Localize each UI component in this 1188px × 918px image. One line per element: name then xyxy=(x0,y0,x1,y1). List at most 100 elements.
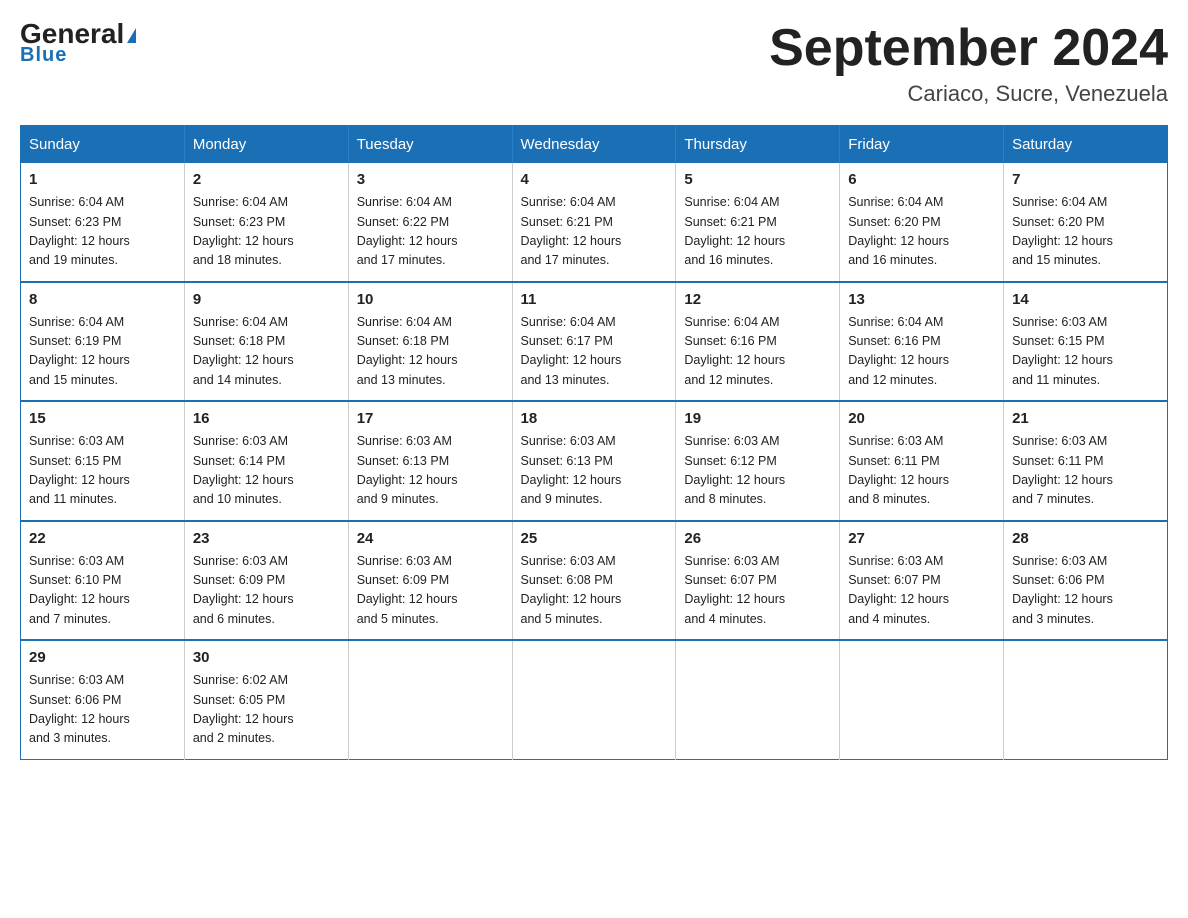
day-info: Sunrise: 6:03 AMSunset: 6:06 PMDaylight:… xyxy=(29,671,176,749)
col-header-monday: Monday xyxy=(184,126,348,164)
day-number: 4 xyxy=(521,171,668,188)
calendar-cell: 6 Sunrise: 6:04 AMSunset: 6:20 PMDaylight… xyxy=(840,163,1004,282)
day-info: Sunrise: 6:03 AMSunset: 6:15 PMDaylight:… xyxy=(1012,313,1159,391)
col-header-sunday: Sunday xyxy=(21,126,185,164)
day-number: 10 xyxy=(357,291,504,308)
calendar-week-3: 15 Sunrise: 6:03 AMSunset: 6:15 PMDayligh… xyxy=(21,401,1168,521)
day-info: Sunrise: 6:04 AMSunset: 6:22 PMDaylight:… xyxy=(357,193,504,271)
day-number: 3 xyxy=(357,171,504,188)
day-info: Sunrise: 6:04 AMSunset: 6:19 PMDaylight:… xyxy=(29,313,176,391)
calendar-cell xyxy=(1004,640,1168,759)
day-number: 21 xyxy=(1012,410,1159,427)
day-number: 19 xyxy=(684,410,831,427)
logo: General Blue xyxy=(20,20,136,67)
col-header-thursday: Thursday xyxy=(676,126,840,164)
calendar-cell: 12 Sunrise: 6:04 AMSunset: 6:16 PMDayligh… xyxy=(676,282,840,402)
day-number: 25 xyxy=(521,530,668,547)
day-info: Sunrise: 6:02 AMSunset: 6:05 PMDaylight:… xyxy=(193,671,340,749)
calendar-cell xyxy=(348,640,512,759)
day-info: Sunrise: 6:04 AMSunset: 6:17 PMDaylight:… xyxy=(521,313,668,391)
day-info: Sunrise: 6:03 AMSunset: 6:07 PMDaylight:… xyxy=(684,552,831,630)
col-header-friday: Friday xyxy=(840,126,1004,164)
calendar-cell: 22 Sunrise: 6:03 AMSunset: 6:10 PMDayligh… xyxy=(21,521,185,641)
calendar-cell: 1 Sunrise: 6:04 AMSunset: 6:23 PMDaylight… xyxy=(21,163,185,282)
calendar-week-5: 29 Sunrise: 6:03 AMSunset: 6:06 PMDayligh… xyxy=(21,640,1168,759)
calendar-cell: 8 Sunrise: 6:04 AMSunset: 6:19 PMDaylight… xyxy=(21,282,185,402)
day-number: 26 xyxy=(684,530,831,547)
day-info: Sunrise: 6:03 AMSunset: 6:09 PMDaylight:… xyxy=(193,552,340,630)
day-number: 6 xyxy=(848,171,995,188)
day-number: 12 xyxy=(684,291,831,308)
day-info: Sunrise: 6:03 AMSunset: 6:08 PMDaylight:… xyxy=(521,552,668,630)
page-header: General Blue September 2024 Cariaco, Suc… xyxy=(20,20,1168,107)
title-block: September 2024 Cariaco, Sucre, Venezuela xyxy=(769,20,1168,107)
day-info: Sunrise: 6:03 AMSunset: 6:11 PMDaylight:… xyxy=(1012,432,1159,510)
subtitle: Cariaco, Sucre, Venezuela xyxy=(769,81,1168,107)
day-info: Sunrise: 6:04 AMSunset: 6:20 PMDaylight:… xyxy=(1012,193,1159,271)
calendar-cell: 15 Sunrise: 6:03 AMSunset: 6:15 PMDayligh… xyxy=(21,401,185,521)
calendar-cell xyxy=(676,640,840,759)
col-header-wednesday: Wednesday xyxy=(512,126,676,164)
day-info: Sunrise: 6:03 AMSunset: 6:11 PMDaylight:… xyxy=(848,432,995,510)
day-info: Sunrise: 6:03 AMSunset: 6:13 PMDaylight:… xyxy=(357,432,504,510)
calendar-cell: 24Sunrise: 6:03 AMSunset: 6:09 PMDayligh… xyxy=(348,521,512,641)
day-number: 30 xyxy=(193,649,340,666)
day-number: 8 xyxy=(29,291,176,308)
day-info: Sunrise: 6:04 AMSunset: 6:21 PMDaylight:… xyxy=(521,193,668,271)
day-number: 2 xyxy=(193,171,340,188)
calendar-cell: 4 Sunrise: 6:04 AMSunset: 6:21 PMDaylight… xyxy=(512,163,676,282)
day-number: 1 xyxy=(29,171,176,188)
calendar-week-4: 22 Sunrise: 6:03 AMSunset: 6:10 PMDayligh… xyxy=(21,521,1168,641)
main-title: September 2024 xyxy=(769,20,1168,77)
calendar-cell: 30 Sunrise: 6:02 AMSunset: 6:05 PMDayligh… xyxy=(184,640,348,759)
calendar-cell xyxy=(512,640,676,759)
calendar-week-1: 1 Sunrise: 6:04 AMSunset: 6:23 PMDaylight… xyxy=(21,163,1168,282)
day-info: Sunrise: 6:03 AMSunset: 6:09 PMDaylight:… xyxy=(357,552,504,630)
calendar-cell: 14Sunrise: 6:03 AMSunset: 6:15 PMDayligh… xyxy=(1004,282,1168,402)
day-info: Sunrise: 6:04 AMSunset: 6:18 PMDaylight:… xyxy=(193,313,340,391)
day-info: Sunrise: 6:04 AMSunset: 6:20 PMDaylight:… xyxy=(848,193,995,271)
day-info: Sunrise: 6:04 AMSunset: 6:18 PMDaylight:… xyxy=(357,313,504,391)
calendar-cell: 9 Sunrise: 6:04 AMSunset: 6:18 PMDaylight… xyxy=(184,282,348,402)
day-number: 17 xyxy=(357,410,504,427)
day-number: 15 xyxy=(29,410,176,427)
day-number: 23 xyxy=(193,530,340,547)
day-info: Sunrise: 6:04 AMSunset: 6:16 PMDaylight:… xyxy=(684,313,831,391)
day-number: 7 xyxy=(1012,171,1159,188)
calendar-cell: 28Sunrise: 6:03 AMSunset: 6:06 PMDayligh… xyxy=(1004,521,1168,641)
day-number: 22 xyxy=(29,530,176,547)
day-number: 29 xyxy=(29,649,176,666)
calendar-cell: 5Sunrise: 6:04 AMSunset: 6:21 PMDaylight… xyxy=(676,163,840,282)
calendar-cell: 23 Sunrise: 6:03 AMSunset: 6:09 PMDayligh… xyxy=(184,521,348,641)
day-info: Sunrise: 6:03 AMSunset: 6:14 PMDaylight:… xyxy=(193,432,340,510)
day-number: 9 xyxy=(193,291,340,308)
day-info: Sunrise: 6:04 AMSunset: 6:16 PMDaylight:… xyxy=(848,313,995,391)
col-header-saturday: Saturday xyxy=(1004,126,1168,164)
calendar-header-row: SundayMondayTuesdayWednesdayThursdayFrid… xyxy=(21,126,1168,164)
day-number: 20 xyxy=(848,410,995,427)
day-info: Sunrise: 6:03 AMSunset: 6:13 PMDaylight:… xyxy=(521,432,668,510)
calendar-cell: 25 Sunrise: 6:03 AMSunset: 6:08 PMDayligh… xyxy=(512,521,676,641)
calendar-cell: 13 Sunrise: 6:04 AMSunset: 6:16 PMDayligh… xyxy=(840,282,1004,402)
day-info: Sunrise: 6:03 AMSunset: 6:15 PMDaylight:… xyxy=(29,432,176,510)
calendar-cell xyxy=(840,640,1004,759)
calendar-cell: 20 Sunrise: 6:03 AMSunset: 6:11 PMDayligh… xyxy=(840,401,1004,521)
calendar-cell: 17 Sunrise: 6:03 AMSunset: 6:13 PMDayligh… xyxy=(348,401,512,521)
calendar-cell: 18 Sunrise: 6:03 AMSunset: 6:13 PMDayligh… xyxy=(512,401,676,521)
calendar-cell: 19 Sunrise: 6:03 AMSunset: 6:12 PMDayligh… xyxy=(676,401,840,521)
day-number: 18 xyxy=(521,410,668,427)
calendar-cell: 2Sunrise: 6:04 AMSunset: 6:23 PMDaylight… xyxy=(184,163,348,282)
day-number: 27 xyxy=(848,530,995,547)
calendar-cell: 29 Sunrise: 6:03 AMSunset: 6:06 PMDayligh… xyxy=(21,640,185,759)
day-info: Sunrise: 6:03 AMSunset: 6:07 PMDaylight:… xyxy=(848,552,995,630)
day-info: Sunrise: 6:03 AMSunset: 6:12 PMDaylight:… xyxy=(684,432,831,510)
calendar-week-2: 8 Sunrise: 6:04 AMSunset: 6:19 PMDaylight… xyxy=(21,282,1168,402)
day-info: Sunrise: 6:04 AMSunset: 6:23 PMDaylight:… xyxy=(29,193,176,271)
calendar-cell: 10 Sunrise: 6:04 AMSunset: 6:18 PMDayligh… xyxy=(348,282,512,402)
day-info: Sunrise: 6:03 AMSunset: 6:10 PMDaylight:… xyxy=(29,552,176,630)
calendar-cell: 26 Sunrise: 6:03 AMSunset: 6:07 PMDayligh… xyxy=(676,521,840,641)
calendar-cell: 3 Sunrise: 6:04 AMSunset: 6:22 PMDaylight… xyxy=(348,163,512,282)
day-number: 13 xyxy=(848,291,995,308)
day-number: 11 xyxy=(521,291,668,308)
logo-blue: Blue xyxy=(20,44,67,67)
